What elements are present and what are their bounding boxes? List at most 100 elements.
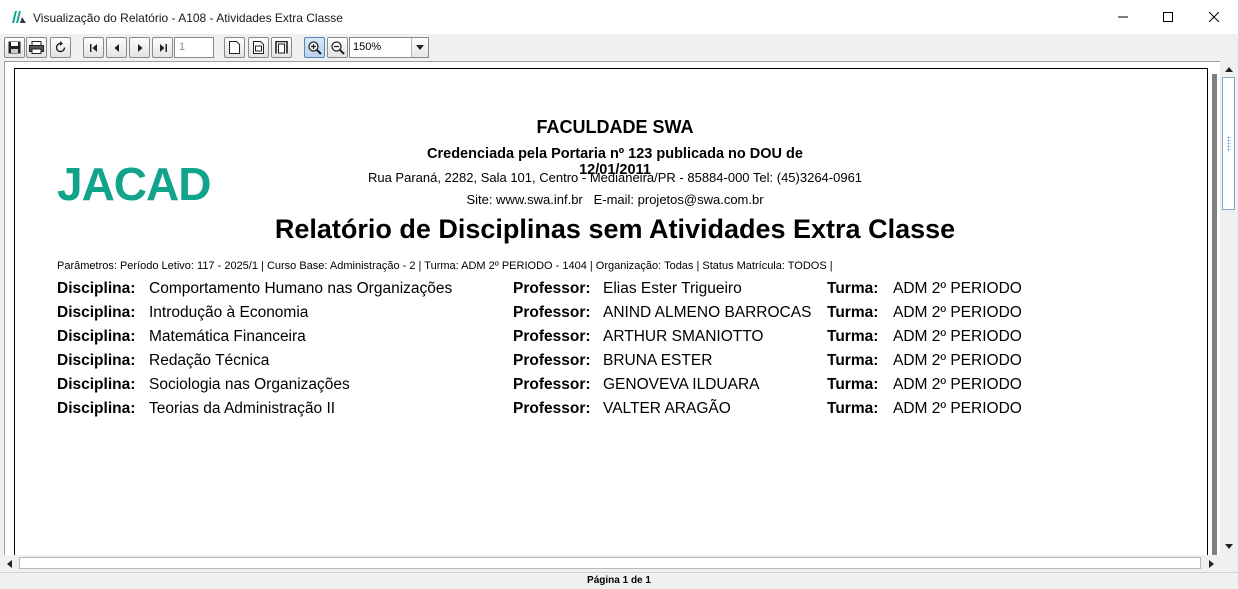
report-page: JACAD FACULDADE SWA Credenciada pela Por…: [14, 68, 1208, 556]
professor-value: GENOVEVA ILDUARA: [603, 376, 760, 393]
turma-label: Turma:: [827, 400, 879, 417]
printer-icon: [29, 41, 44, 54]
last-page-button[interactable]: [152, 37, 173, 58]
report-viewer-window: Visualização do Relatório - A108 - Ativi…: [0, 0, 1238, 589]
page-width-button[interactable]: [248, 37, 269, 58]
horizontal-scroll-thumb[interactable]: [19, 557, 1201, 569]
close-icon: [1209, 12, 1219, 22]
logo-text: JACAD: [57, 158, 210, 210]
report-title: Relatório de Disciplinas sem Atividades …: [274, 214, 956, 244]
disciplina-value: Sociologia nas Organizações: [149, 376, 350, 393]
professor-label: Professor:: [513, 280, 591, 297]
list-item: Disciplina: Redação Técnica Professor: B…: [15, 352, 1207, 376]
maximize-button[interactable]: [1145, 0, 1191, 34]
list-item: Disciplina: Introdução à Economia Profes…: [15, 304, 1207, 328]
professor-label: Professor:: [513, 328, 591, 345]
list-item: Disciplina: Sociologia nas Organizações …: [15, 376, 1207, 400]
app-logo-icon: [12, 11, 26, 23]
horizontal-scrollbar[interactable]: [0, 555, 1220, 572]
jacad-logo: JACAD: [57, 158, 211, 210]
report-viewport[interactable]: JACAD FACULDADE SWA Credenciada pela Por…: [4, 61, 1221, 556]
toolbar: 1 150%: [0, 34, 1238, 60]
vertical-scroll-thumb[interactable]: [1222, 77, 1235, 210]
whole-page-button[interactable]: [271, 37, 292, 58]
site-email-line: Site: www.swa.inf.br E-mail: projetos@sw…: [466, 192, 764, 207]
disciplina-label: Disciplina:: [57, 328, 136, 345]
minimize-icon: [1118, 16, 1128, 18]
last-page-icon: [159, 43, 167, 52]
report-parameters: Parâmetros: Período Letivo: 117 - 2025/1…: [57, 260, 833, 272]
minimize-button[interactable]: [1100, 0, 1146, 34]
next-page-button[interactable]: [129, 37, 150, 58]
arrow-up-icon: [1224, 67, 1233, 72]
arrow-left-icon: [7, 559, 12, 568]
turma-value: ADM 2º PERIODO: [893, 304, 1022, 321]
turma-value: ADM 2º PERIODO: [893, 352, 1022, 369]
save-icon: [8, 41, 21, 54]
professor-value: Elias Ester Trigueiro: [603, 280, 742, 297]
zoom-in-icon: [307, 40, 322, 55]
disciplina-value: Introdução à Economia: [149, 304, 309, 321]
first-page-button[interactable]: [83, 37, 104, 58]
turma-label: Turma:: [827, 280, 879, 297]
vertical-scrollbar[interactable]: [1220, 61, 1237, 555]
turma-label: Turma:: [827, 328, 879, 345]
professor-label: Professor:: [513, 304, 591, 321]
scroll-up-button[interactable]: [1220, 61, 1237, 78]
window-title: Visualização do Relatório - A108 - Ativi…: [33, 11, 343, 25]
disciplina-label: Disciplina:: [57, 400, 136, 417]
page-indicator: Página 1 de 1: [587, 575, 651, 586]
zoom-out-icon: [330, 40, 345, 55]
professor-label: Professor:: [513, 400, 591, 417]
turma-value: ADM 2º PERIODO: [893, 400, 1022, 417]
list-item: Disciplina: Comportamento Humano nas Org…: [15, 280, 1207, 304]
professor-value: VALTER ARAGÃO: [603, 400, 731, 417]
single-page-button[interactable]: [224, 37, 245, 58]
close-button[interactable]: [1191, 0, 1237, 34]
zoom-in-button[interactable]: [304, 37, 325, 58]
professor-label: Professor:: [513, 376, 591, 393]
refresh-icon: [55, 41, 66, 53]
disciplina-value: Teorias da Administração II: [149, 400, 336, 417]
chevron-left-icon: [114, 43, 119, 52]
scroll-right-button[interactable]: [1203, 555, 1220, 572]
address-line: Rua Paraná, 2282, Sala 101, Centro - Med…: [367, 170, 863, 185]
previous-page-button[interactable]: [106, 37, 127, 58]
institution-name: FACULDADE SWA: [536, 117, 694, 137]
turma-label: Turma:: [827, 304, 879, 321]
page-icon: [229, 41, 240, 54]
page-shadow: [1212, 74, 1217, 556]
refresh-button[interactable]: [50, 37, 71, 58]
list-item: Disciplina: Matemática Financeira Profes…: [15, 328, 1207, 352]
scroll-left-button[interactable]: [1, 555, 18, 572]
disciplina-value: Comportamento Humano nas Organizações: [149, 280, 453, 297]
arrow-down-icon: [1224, 544, 1233, 549]
professor-value: BRUNA ESTER: [603, 352, 713, 369]
disciplina-label: Disciplina:: [57, 280, 136, 297]
status-bar: Página 1 de 1: [0, 572, 1238, 589]
maximize-icon: [1163, 12, 1173, 22]
whole-page-icon: [275, 41, 288, 54]
list-item: Disciplina: Teorias da Administração II …: [15, 400, 1207, 424]
disciplina-label: Disciplina:: [57, 304, 136, 321]
zoom-select[interactable]: 150%: [349, 37, 429, 58]
professor-label: Professor:: [513, 352, 591, 369]
disciplina-value: Matemática Financeira: [149, 328, 306, 345]
print-button[interactable]: [26, 37, 47, 58]
grip-icon: [1227, 136, 1231, 152]
professor-value: ARTHUR SMANIOTTO: [603, 328, 764, 345]
page-width-icon: [253, 41, 264, 54]
title-bar: Visualização do Relatório - A108 - Ativi…: [0, 0, 1238, 34]
save-button[interactable]: [4, 37, 25, 58]
turma-label: Turma:: [827, 352, 879, 369]
zoom-out-button[interactable]: [327, 37, 348, 58]
zoom-dropdown-arrow[interactable]: [411, 38, 428, 57]
turma-value: ADM 2º PERIODO: [893, 328, 1022, 345]
chevron-right-icon: [137, 43, 142, 52]
zoom-value: 150%: [353, 41, 382, 53]
disciplina-label: Disciplina:: [57, 376, 136, 393]
turma-value: ADM 2º PERIODO: [893, 280, 1022, 297]
page-number-input[interactable]: 1: [174, 37, 214, 58]
scroll-down-button[interactable]: [1220, 538, 1237, 555]
professor-value: ANIND ALMENO BARROCAS: [603, 304, 812, 321]
